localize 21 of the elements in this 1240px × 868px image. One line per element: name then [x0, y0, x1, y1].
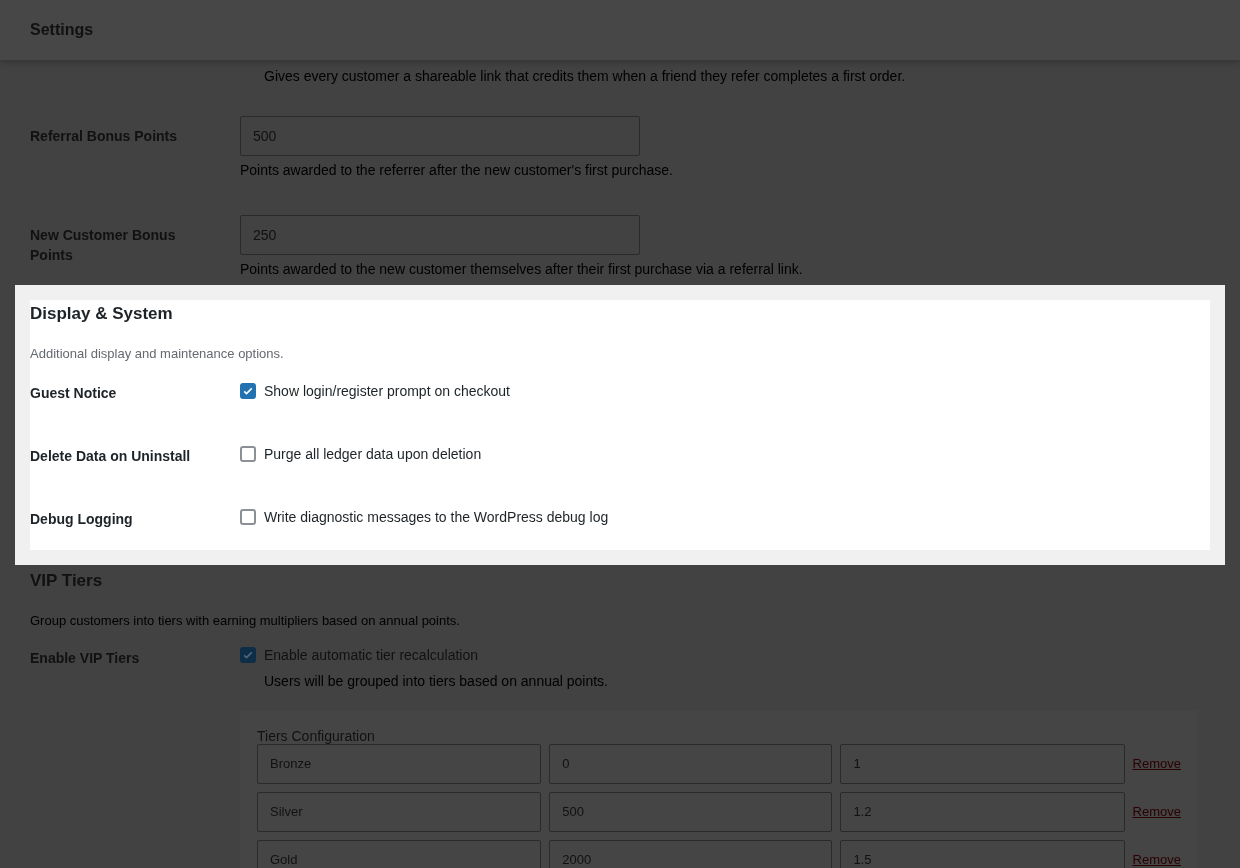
checkbox[interactable] — [240, 509, 256, 526]
checkbox[interactable] — [240, 383, 256, 400]
remove-link[interactable]: Remove — [1132, 802, 1181, 822]
checkbox[interactable] — [240, 446, 256, 463]
remove-link[interactable]: Remove — [1132, 754, 1181, 774]
remove-link[interactable]: Remove — [1132, 850, 1181, 868]
section-description: Group customers into tiers with earning multipliers based on annual points. — [30, 612, 461, 631]
field-description: Points awarded to the new customer themselves after their first purchase via a referral link. — [240, 260, 803, 279]
checkbox-label[interactable]: Write diagnostic messages to the WordPress debug log — [264, 507, 609, 528]
option-label: Guest Notice — [30, 384, 117, 401]
checkbox[interactable] — [240, 646, 256, 663]
section-description: Additional display and maintenance options. — [30, 345, 285, 364]
setting-description: Gives every customer a shareable link that credits them when a friend they refer completes a first order. — [264, 68, 906, 84]
section-title: Display & System — [30, 303, 174, 325]
checkbox-label[interactable]: Purge all ledger data upon deletion — [264, 444, 482, 465]
option-label: Delete Data on Uninstall — [30, 447, 191, 464]
field-description: Points awarded to the referrer after the new customer's first purchase. — [240, 161, 673, 180]
option-label: Debug Logging — [30, 510, 133, 527]
check-icon — [242, 385, 254, 398]
checkbox-label[interactable]: Show login/register prompt on checkout — [264, 381, 510, 402]
option-description: Users will be grouped into tiers based on annual points. — [263, 671, 609, 691]
